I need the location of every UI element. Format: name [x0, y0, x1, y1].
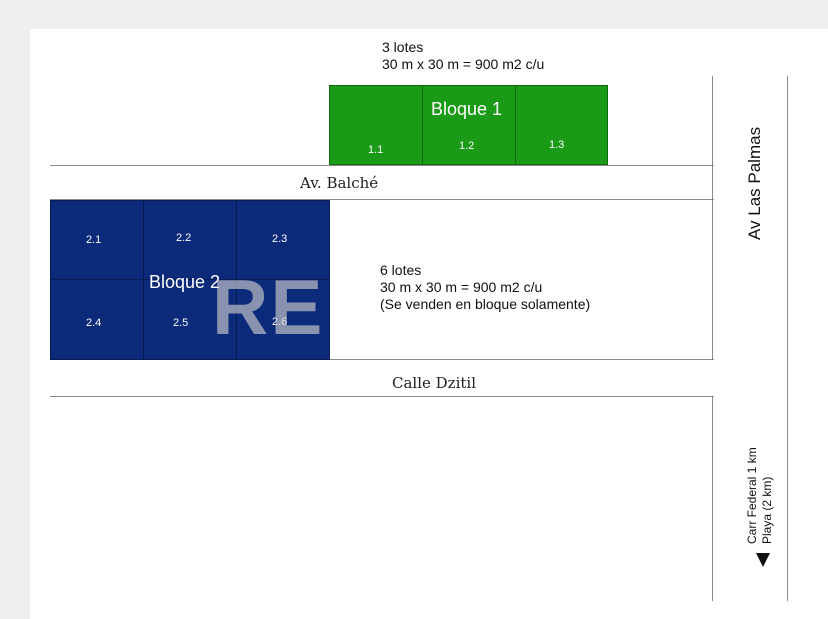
street-calle-dzitil: Calle Dzitil — [392, 374, 477, 392]
lot-2-1[interactable]: 2.1 — [50, 200, 144, 280]
lot-number: 2.3 — [272, 233, 288, 245]
av-las-palmas-line-left-upper — [712, 76, 713, 360]
bloque1-note: 3 lotes 30 m x 30 m = 900 m2 c/u — [382, 39, 544, 73]
bloque2-sale-note: (Se venden en bloque solamente) — [380, 296, 591, 312]
lot-number: 2.5 — [173, 317, 189, 329]
bloque1-count: 3 lotes — [382, 39, 424, 55]
direction-playa: Playa (2 km) — [760, 476, 774, 544]
bloque2-dims: 30 m x 30 m = 900 m2 c/u — [380, 279, 543, 295]
lot-number: 2.4 — [86, 317, 102, 329]
lot-1-3[interactable]: 1.3 — [515, 85, 608, 165]
av-las-palmas-line-right — [787, 76, 788, 601]
lot-number: 1.1 — [368, 144, 384, 156]
lot-2-4[interactable]: 2.4 — [50, 279, 144, 360]
lot-number: 1.3 — [549, 139, 565, 151]
bloque2-label: Bloque 2 — [149, 272, 221, 292]
bloque1-label: Bloque 1 — [431, 99, 503, 119]
street-av-balche: Av. Balché — [300, 174, 379, 192]
watermark: RE — [212, 263, 325, 351]
lot-1-2[interactable]: 1.2 — [422, 85, 516, 165]
lot-1-1[interactable]: 1.1 — [329, 85, 423, 165]
bloque1-dims: 30 m x 30 m = 900 m2 c/u — [382, 56, 545, 72]
lot-number: 2.2 — [176, 232, 192, 244]
street-av-las-palmas: Av Las Palmas — [745, 126, 764, 240]
bloque2-count: 6 lotes — [380, 262, 422, 278]
av-las-palmas-line-left-lower — [712, 396, 713, 601]
lot-number: 1.2 — [459, 140, 475, 152]
lot-number: 2.1 — [86, 234, 102, 246]
av-balche-line-top — [50, 165, 714, 166]
bloque2-note: 6 lotes 30 m x 30 m = 900 m2 c/u (Se ven… — [380, 262, 590, 313]
arrow-down-icon — [756, 553, 770, 567]
direction-carr-federal: Carr Federal 1 km — [745, 447, 759, 544]
calle-dzitil-line — [50, 396, 714, 397]
